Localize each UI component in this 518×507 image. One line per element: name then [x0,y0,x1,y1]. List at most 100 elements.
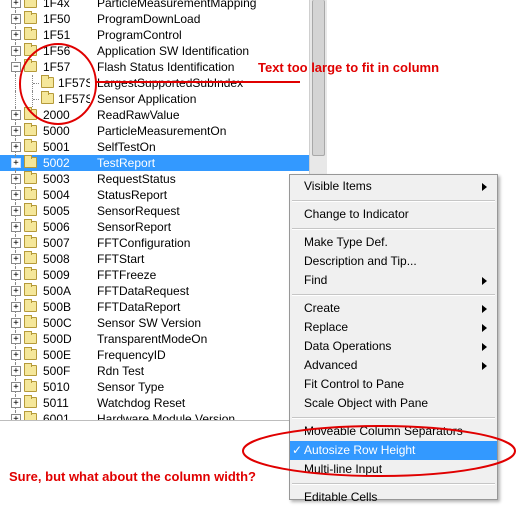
tree-subitem[interactable]: 1F57Sub LargestSupportedSubIndex [0,75,309,91]
tree-item-name: Sensor SW Version [97,316,202,330]
tree-item[interactable]: +500B FFTDataReport [0,299,309,315]
menu-item-moveable-column-separators[interactable]: Moveable Column Separators [290,422,497,441]
expand-icon[interactable]: + [11,206,21,216]
tree-item-code: 5008 [43,252,70,266]
tree-item[interactable]: +500A FFTDataRequest [0,283,309,299]
tree-item[interactable]: +5002 TestReport [0,155,309,171]
submenu-arrow-icon [482,343,487,351]
menu-item-advanced[interactable]: Advanced [290,356,497,375]
expand-icon[interactable]: + [11,254,21,264]
checkmark-icon: ✓ [292,443,303,457]
submenu-arrow-icon [482,183,487,191]
expand-icon[interactable]: + [11,46,21,56]
tree-item[interactable]: +5004 StatusReport [0,187,309,203]
tree-item-code: 5005 [43,204,70,218]
tree-item[interactable]: +500F Rdn Test [0,363,309,379]
tree-item[interactable]: +5007 FFTConfiguration [0,235,309,251]
folder-icon [24,379,37,392]
expand-icon[interactable]: + [11,14,21,24]
tree-item[interactable]: +1F50 ProgramDownLoad [0,11,309,27]
tree-item-code: 5009 [43,268,70,282]
tree-item-name: Sensor Type [97,380,165,394]
expand-icon[interactable]: + [11,286,21,296]
tree-item[interactable]: +2000 ReadRawValue [0,107,309,123]
expand-icon[interactable]: + [11,126,21,136]
folder-icon [24,155,37,168]
tree-item[interactable]: +5010 Sensor Type [0,379,309,395]
tree-item-name: FFTDataReport [97,300,181,314]
folder-icon [24,331,37,344]
tree-item-name: SelfTestOn [97,140,156,154]
menu-separator [292,294,495,296]
expand-icon[interactable]: + [11,270,21,280]
expand-icon[interactable]: + [11,158,21,168]
expand-icon[interactable]: + [11,174,21,184]
tree-item[interactable]: +1F56 Application SW Identification [0,43,309,59]
menu-item-make-type-def[interactable]: Make Type Def. [290,233,497,252]
tree-item-name: Rdn Test [97,364,145,378]
menu-item-fit-control-to-pane[interactable]: Fit Control to Pane [290,375,497,394]
tree-item-code: 5010 [43,380,70,394]
expand-icon[interactable]: + [11,366,21,376]
tree-item[interactable]: +5008 FFTStart [0,251,309,267]
tree-item[interactable]: +1F4x ParticleMeasurementMapping [0,0,309,11]
tree-item-code: 500C [43,316,72,330]
tree-item-name: StatusReport [97,188,168,202]
menu-item-data-operations[interactable]: Data Operations [290,337,497,356]
expand-icon[interactable]: + [11,302,21,312]
expand-icon[interactable]: + [11,350,21,360]
menu-item-replace[interactable]: Replace [290,318,497,337]
tree-item[interactable]: +5009 FFTFreeze [0,267,309,283]
tree-item[interactable]: +5011 Watchdog Reset [0,395,309,411]
tree-item[interactable]: +1F51 ProgramControl [0,27,309,43]
tree-item[interactable]: +500D TransparentModeOn [0,331,309,347]
expand-icon[interactable]: + [11,0,21,8]
folder-icon [24,315,37,328]
tree-branch-line [33,83,39,84]
expand-icon[interactable]: + [11,382,21,392]
tree-item[interactable]: +500E FrequencyID [0,347,309,363]
folder-icon [24,219,37,232]
expand-icon[interactable]: + [11,318,21,328]
tree-item[interactable]: +5006 SensorReport [0,219,309,235]
annotation-top-note: Text too large to fit in column [258,60,440,75]
tree-item[interactable]: +5003 RequestStatus [0,171,309,187]
folder-icon [24,203,37,216]
expand-icon[interactable]: + [11,238,21,248]
tree-item[interactable]: +500C Sensor SW Version [0,315,309,331]
expand-icon[interactable]: + [11,110,21,120]
scrollbar-thumb[interactable] [312,0,325,156]
tree-item[interactable]: +5000 ParticleMeasurementOn [0,123,309,139]
collapse-icon[interactable]: − [11,62,21,72]
tree-guide-line [15,91,16,107]
menu-item-multi-line-input[interactable]: Multi-line Input [290,460,497,479]
tree-bottom-border [0,420,326,421]
tree-item[interactable]: +6001 Hardware Module Version [0,411,309,420]
menu-item-autosize-row-height[interactable]: ✓ Autosize Row Height [290,441,497,460]
expand-icon[interactable]: + [11,334,21,344]
menu-item-scale-object-with-pane[interactable]: Scale Object with Pane [290,394,497,413]
submenu-arrow-icon [482,305,487,313]
expand-icon[interactable]: + [11,190,21,200]
menu-item-description-and-tip[interactable]: Description and Tip... [290,252,497,271]
menu-item-find[interactable]: Find [290,271,497,290]
tree-item[interactable]: +5005 SensorRequest [0,203,309,219]
menu-item-change-to-indicator[interactable]: Change to Indicator [290,205,497,224]
tree-item-name: FFTConfiguration [97,236,191,250]
expand-icon[interactable]: + [11,142,21,152]
menu-separator [292,483,495,485]
expand-icon[interactable]: + [11,398,21,408]
menu-item-visible-items[interactable]: Visible Items [290,177,497,196]
expand-icon[interactable]: + [11,222,21,232]
tree-item-name: TestReport [97,156,156,170]
menu-item-create[interactable]: Create [290,299,497,318]
folder-icon [24,43,37,56]
tree-item-name: Watchdog Reset [97,396,186,410]
menu-item-label: Description and Tip... [304,254,417,268]
tree-subitem[interactable]: 1F57Sub Sensor Application [0,91,309,107]
tree-item-name: FFTStart [97,252,145,266]
tree-item[interactable]: +5001 SelfTestOn [0,139,309,155]
menu-item-label: Find [304,273,328,287]
folder-icon [24,363,37,376]
expand-icon[interactable]: + [11,30,21,40]
